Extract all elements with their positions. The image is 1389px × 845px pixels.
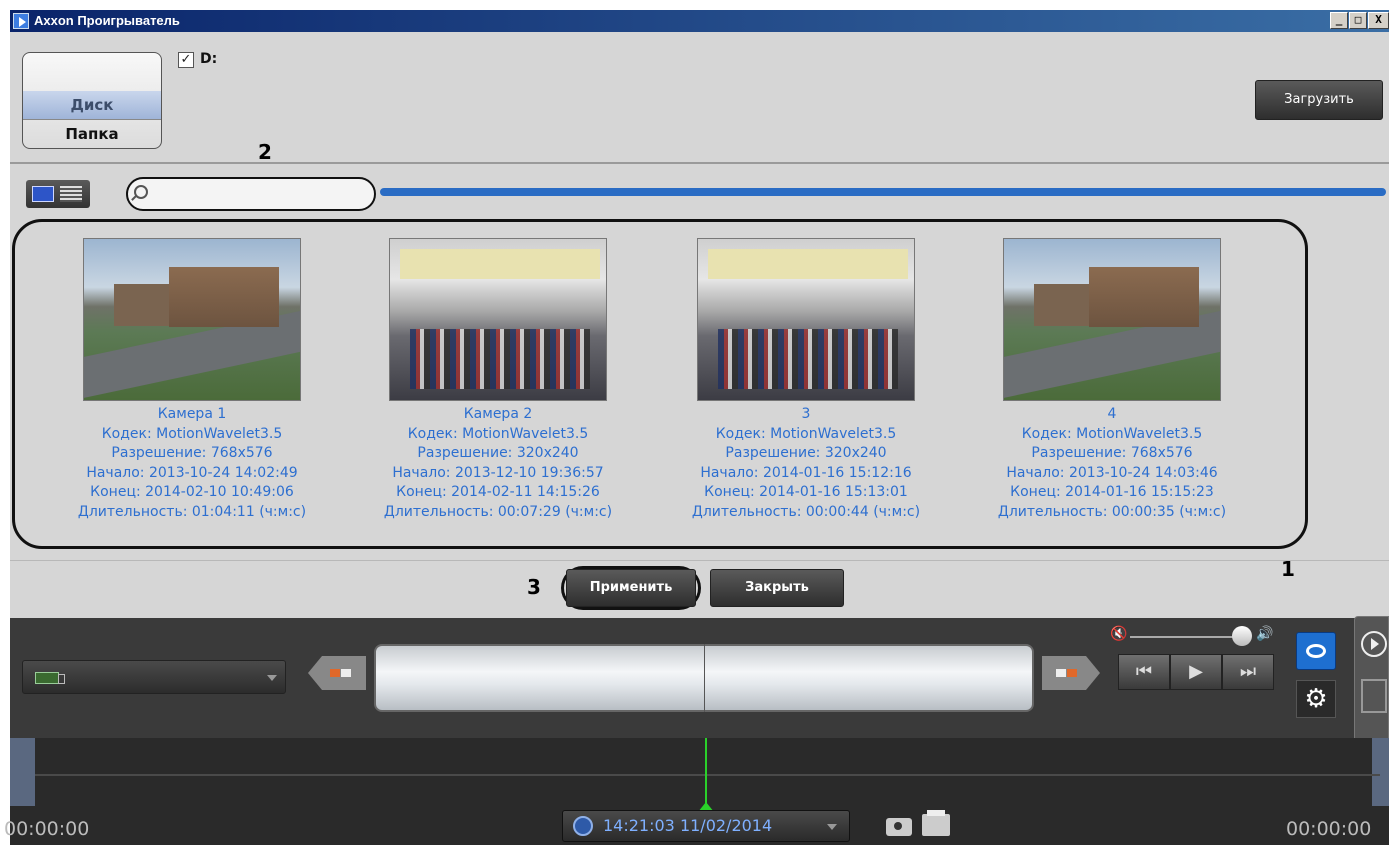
search-icon <box>134 185 148 199</box>
camera-select-dropdown[interactable] <box>22 660 286 694</box>
camera-resolution: Разрешение: 320x240 <box>417 445 579 461</box>
camera-name: Камера 1 <box>157 406 227 422</box>
playhead-line[interactable] <box>705 738 707 810</box>
loading-progress-bar <box>380 188 1386 196</box>
view-mode-button[interactable] <box>1296 632 1336 670</box>
camera-resolution: Разрешение: 768x576 <box>1031 445 1193 461</box>
camera-duration: Длительность: 00:00:35 (ч:м:с) <box>997 503 1227 520</box>
list-view-icon[interactable] <box>60 186 82 202</box>
current-datetime: 14:21:03 11/02/2014 <box>603 816 773 835</box>
camera-start: Начало: 2013-10-24 14:03:46 <box>1006 464 1218 481</box>
close-window-button[interactable]: X <box>1368 12 1389 29</box>
play-button[interactable]: ▶ <box>1170 654 1222 690</box>
camera-name: 3 <box>801 406 811 422</box>
grid-view-icon[interactable] <box>32 186 54 202</box>
camera-duration: Длительность: 01:04:11 (ч:м:с) <box>77 503 307 520</box>
timeline-end-cap <box>1372 738 1389 806</box>
camera-name: 4 <box>1107 406 1117 422</box>
annotation-3: 3 <box>527 575 541 599</box>
mute-icon[interactable]: 🔇 <box>1110 626 1127 642</box>
step-back-button[interactable] <box>308 656 366 690</box>
timeline-cursor[interactable] <box>704 644 705 712</box>
camera-card[interactable]: Камера 1 Кодек: MotionWavelet3.5 Разрешени… <box>42 238 342 522</box>
search-input[interactable] <box>152 183 362 205</box>
view-mode-toggle <box>26 180 90 208</box>
export-icon[interactable] <box>1361 679 1387 713</box>
source-disk-option[interactable]: Диск <box>23 91 161 119</box>
print-icon[interactable] <box>922 810 950 836</box>
annotation-2: 2 <box>258 140 272 164</box>
camera-card[interactable]: 3 Кодек: MotionWavelet3.5 Разрешение: 320x… <box>656 238 956 522</box>
camera-codec: Кодек: MotionWavelet3.5 <box>1021 425 1203 442</box>
camera-info: 4 Кодек: MotionWavelet3.5 Разрешение: 768x… <box>962 405 1262 522</box>
volume-icon: 🔊 <box>1256 626 1274 642</box>
divider <box>10 560 1389 561</box>
clock-icon <box>573 816 593 836</box>
camera-info: 3 Кодек: MotionWavelet3.5 Разрешение: 320x… <box>656 405 956 522</box>
camera-end: Конец: 2014-01-16 15:13:01 <box>704 484 908 500</box>
camera-card[interactable]: Камера 2 Кодек: MotionWavelet3.5 Разрешени… <box>348 238 648 522</box>
camera-resolution: Разрешение: 768x576 <box>111 445 273 461</box>
search-field <box>126 177 376 211</box>
camera-end: Конец: 2014-02-11 14:15:26 <box>396 484 600 500</box>
camera-start: Начало: 2013-10-24 14:02:49 <box>86 464 298 481</box>
camera-thumbnail[interactable] <box>1003 238 1221 401</box>
drive-label: D: <box>200 51 218 67</box>
next-button[interactable]: ⏭ <box>1222 654 1274 690</box>
volume-knob[interactable] <box>1232 626 1252 646</box>
camera-codec: Кодек: MotionWavelet3.5 <box>715 425 897 442</box>
time-end: 00:00:00 <box>1286 818 1372 840</box>
side-tools-panel <box>1354 616 1389 756</box>
camera-codec: Кодек: MotionWavelet3.5 <box>101 425 283 442</box>
camera-end: Конец: 2014-02-10 10:49:06 <box>90 484 294 500</box>
time-start: 00:00:00 <box>4 818 90 840</box>
snapshot-icon[interactable] <box>886 818 912 836</box>
minimize-button[interactable]: _ <box>1330 12 1348 29</box>
divider <box>10 162 1389 164</box>
camera-name: Камера 2 <box>463 406 533 422</box>
camera-icon <box>35 672 65 684</box>
app-icon <box>13 13 29 29</box>
apply-button[interactable]: Применить <box>566 569 696 607</box>
previous-button[interactable]: ⏮ <box>1118 654 1170 690</box>
volume-slider[interactable] <box>1130 636 1240 638</box>
camera-start: Начало: 2013-12-10 19:36:57 <box>392 464 604 481</box>
camera-thumbnail[interactable] <box>697 238 915 401</box>
timeline-start-cap <box>10 738 35 806</box>
play-circle-icon[interactable] <box>1361 631 1387 657</box>
camera-resolution: Разрешение: 320x240 <box>725 445 887 461</box>
camera-start: Начало: 2014-01-16 15:12:16 <box>700 464 912 481</box>
camera-info: Камера 1 Кодек: MotionWavelet3.5 Разрешени… <box>42 405 342 522</box>
step-forward-button[interactable] <box>1042 656 1100 690</box>
chevron-down-icon <box>267 675 277 681</box>
load-button[interactable]: Загрузить <box>1255 80 1383 120</box>
player-app: Диск Папка ✓ D: Загрузить 2 Камера 1 Коде… <box>4 32 1389 845</box>
marker-right-icon <box>1042 656 1100 690</box>
maximize-button[interactable]: □ <box>1349 12 1367 29</box>
source-selector: Диск Папка <box>22 52 162 149</box>
datetime-selector[interactable]: 14:21:03 11/02/2014 <box>562 810 850 842</box>
settings-button[interactable]: ⚙ <box>1296 680 1336 718</box>
window-title-bar[interactable]: Axxon Проигрыватель _ □ X <box>10 10 1389 32</box>
chevron-down-icon <box>827 824 837 830</box>
window-title: Axxon Проигрыватель <box>34 13 180 28</box>
eye-icon <box>1306 644 1326 658</box>
camera-card[interactable]: 4 Кодек: MotionWavelet3.5 Разрешение: 768x… <box>962 238 1262 522</box>
camera-duration: Длительность: 00:07:29 (ч:м:с) <box>383 503 613 520</box>
timeline-band <box>35 774 1380 776</box>
camera-duration: Длительность: 00:00:44 (ч:м:с) <box>691 503 921 520</box>
close-button[interactable]: Закрыть <box>710 569 844 607</box>
camera-thumbnail[interactable] <box>83 238 301 401</box>
drive-checkbox[interactable]: ✓ <box>178 52 194 68</box>
source-folder-option[interactable]: Папка <box>23 119 161 147</box>
camera-info: Камера 2 Кодек: MotionWavelet3.5 Разрешени… <box>348 405 648 522</box>
camera-codec: Кодек: MotionWavelet3.5 <box>407 425 589 442</box>
marker-left-icon <box>308 656 366 690</box>
camera-thumbnail[interactable] <box>389 238 607 401</box>
camera-end: Конец: 2014-01-16 15:15:23 <box>1010 484 1214 500</box>
